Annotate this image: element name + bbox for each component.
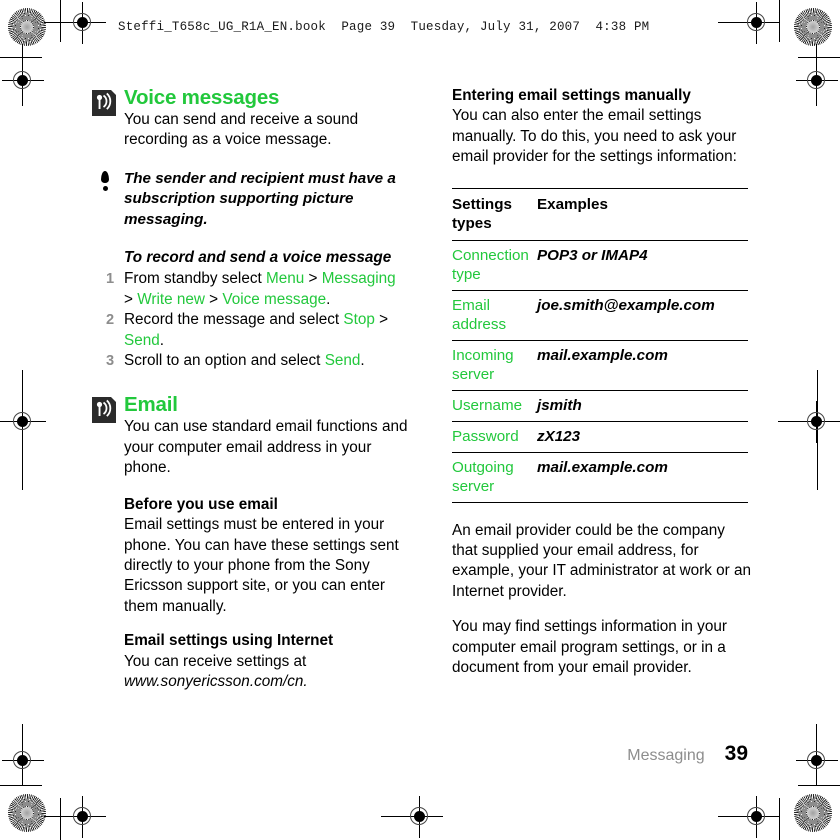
procedure-step: 1 From standby select Menu > Messaging > … xyxy=(92,269,408,310)
step-text: . xyxy=(360,352,365,370)
setting-example-cell: mail.example.com xyxy=(537,340,748,391)
procedure-step: 3 Scroll to an option and select Send. xyxy=(92,351,408,371)
registration-starburst-bottom-right xyxy=(794,794,832,832)
registration-target-left-lower xyxy=(2,724,44,786)
registration-starburst-bottom-left xyxy=(8,794,46,832)
page-title-voice-messages: Voice messages xyxy=(124,86,280,109)
menu-path-item: Messaging xyxy=(321,270,396,288)
footer-page-number: 39 xyxy=(724,742,748,765)
setting-example-cell: joe.smith@example.com xyxy=(537,290,748,341)
exclamation-icon xyxy=(100,170,110,193)
table-row: Outgoing server mail.example.com xyxy=(452,452,748,503)
column-header-settings-types: Settings types xyxy=(452,187,537,241)
procedure-step: 2 Record the message and select Stop > Se… xyxy=(92,310,408,351)
voice-messages-intro: You can send and receive a sound recordi… xyxy=(124,111,359,149)
step-number: 3 xyxy=(106,353,115,370)
email-provider-paragraph: An email provider could be the company t… xyxy=(452,521,751,600)
trim-line-left-lower-horizontal xyxy=(0,785,42,786)
setting-example-cell: POP3 or IMAP4 xyxy=(537,240,748,291)
subheading-email-settings-using-internet: Email settings using Internet xyxy=(124,632,334,650)
setting-type-cell: Email address xyxy=(452,290,537,341)
before-you-use-email-body: Email settings must be entered in your p… xyxy=(124,516,399,615)
table-row: Connection type POP3 or IMAP4 xyxy=(452,240,748,291)
table-row: Email address joe.smith@example.com xyxy=(452,290,748,341)
step-text: > xyxy=(124,290,138,308)
procedure-title-record-voice-message: To record and send a voice message xyxy=(124,249,392,267)
step-text: Scroll to an option and select xyxy=(124,352,325,370)
page-footer: Messaging 39 xyxy=(627,742,748,766)
settings-internet-text: You can receive settings at xyxy=(124,652,307,670)
signal-waves-icon xyxy=(92,397,116,424)
footer-chapter-name: Messaging xyxy=(627,747,705,764)
menu-path-item: Send xyxy=(324,352,361,370)
setting-example-cell: zX123 xyxy=(537,421,748,453)
note-text: The sender and recipient must have a sub… xyxy=(124,169,396,228)
registration-target-right-upper xyxy=(796,44,838,106)
step-number: 1 xyxy=(106,271,115,288)
table-row: Incoming server mail.example.com xyxy=(452,340,748,391)
sony-ericsson-url: www.sonyericsson.com/cn. xyxy=(124,672,308,690)
menu-path-item: Send xyxy=(124,331,160,349)
trim-line-left-upper-horizontal xyxy=(0,57,42,58)
setting-type-cell: Incoming server xyxy=(452,340,537,391)
menu-path-item: Menu xyxy=(265,270,305,288)
step-text: . xyxy=(159,331,164,349)
trim-line-bottom-right-vertical xyxy=(779,798,780,840)
trim-line-bottom-left-vertical xyxy=(60,798,61,840)
email-intro: You can use standard email functions and… xyxy=(124,418,408,477)
registration-target-top-right xyxy=(718,2,780,44)
step-text: From standby select xyxy=(124,270,266,288)
setting-type-cell: Outgoing server xyxy=(452,452,537,503)
table-header-row: Settings types Examples xyxy=(452,187,748,241)
registration-target-bottom-right xyxy=(718,796,780,838)
step-text: > xyxy=(374,311,389,329)
trim-line-top-left-vertical xyxy=(60,0,61,42)
menu-path-item: Write new xyxy=(137,290,205,308)
entering-email-settings-body: You can also enter the email settings ma… xyxy=(452,107,737,166)
subheading-before-you-use-email: Before you use email xyxy=(124,495,278,513)
registration-target-left-upper xyxy=(2,44,44,106)
page-title-email: Email xyxy=(124,393,178,417)
trim-line-right-upper-horizontal xyxy=(798,57,840,58)
settings-information-paragraph: You may find settings information in you… xyxy=(452,618,727,677)
menu-path-item: Stop xyxy=(343,311,375,329)
registration-target-bottom-center xyxy=(381,796,443,838)
registration-target-right-middle xyxy=(778,401,840,443)
step-text: Record the message and select xyxy=(124,311,344,329)
voice-messages-section: Voice messages You can send and receive … xyxy=(92,86,408,151)
registration-target-top-left xyxy=(44,2,106,44)
table-row: Username jsmith xyxy=(452,390,748,422)
step-number: 2 xyxy=(106,312,115,329)
trim-line-right-lower-horizontal xyxy=(798,785,840,786)
subheading-entering-email-settings-manually: Entering email settings manually xyxy=(452,87,691,104)
signal-waves-icon xyxy=(92,90,116,116)
setting-type-cell: Password xyxy=(452,421,537,453)
table-body: Connection type POP3 or IMAP4 Email addres… xyxy=(452,240,748,503)
registration-starburst-top-right xyxy=(794,8,832,46)
registration-target-left-middle xyxy=(0,401,46,443)
left-column: Voice messages You can send and receive … xyxy=(92,86,408,692)
email-section: Email You can use standard email functio… xyxy=(92,393,408,478)
registration-target-bottom-left xyxy=(44,796,106,838)
setting-example-cell: mail.example.com xyxy=(537,452,748,503)
step-text: > xyxy=(204,290,223,308)
step-text: > xyxy=(304,270,322,288)
after-table-paragraphs: An email provider could be the company t… xyxy=(452,521,752,679)
registration-target-right-lower xyxy=(796,724,838,786)
email-settings-internet-body: You can receive settings at www.sonyeric… xyxy=(92,652,408,693)
step-text: . xyxy=(326,290,331,308)
setting-example-cell: jsmith xyxy=(537,390,748,422)
column-header-examples: Examples xyxy=(537,187,748,241)
table-row: Password zX123 xyxy=(452,421,748,453)
note-callout: The sender and recipient must have a sub… xyxy=(92,169,408,230)
right-column: Entering email settings manually You can… xyxy=(452,86,752,693)
trim-line-top-right-vertical xyxy=(779,0,780,42)
book-header-line: Steffi_T658c_UG_R1A_EN.book Page 39 Tues… xyxy=(118,20,650,34)
setting-type-cell: Connection type xyxy=(452,240,537,291)
setting-type-cell: Username xyxy=(452,390,537,422)
procedure-steps-list: 1 From standby select Menu > Messaging > … xyxy=(92,269,408,371)
email-settings-table: Settings types Examples Connection type P… xyxy=(452,187,748,503)
menu-path-item: Voice message xyxy=(222,290,327,308)
registration-starburst-top-left xyxy=(8,8,46,46)
